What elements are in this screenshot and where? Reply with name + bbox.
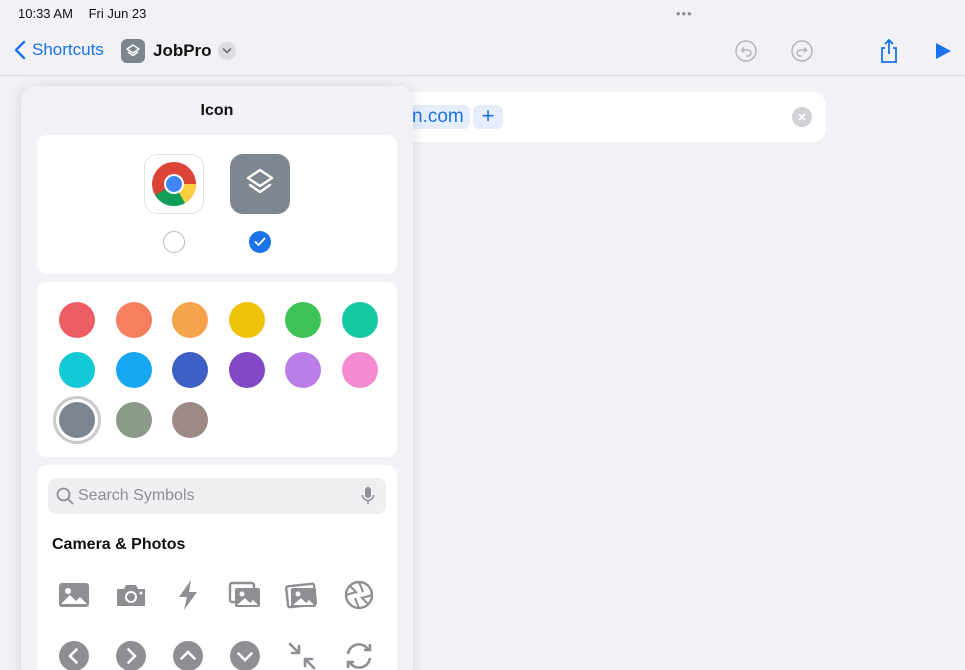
- symbols-section: Camera & Photos: [37, 465, 397, 670]
- checkmark-icon: [254, 237, 266, 246]
- color-swatch[interactable]: [285, 302, 321, 338]
- bolt-icon[interactable]: [170, 577, 206, 613]
- color-swatch[interactable]: [115, 402, 152, 438]
- aperture-icon[interactable]: [341, 577, 377, 613]
- chevron-up-circle-icon[interactable]: [170, 638, 206, 670]
- color-swatch[interactable]: [59, 352, 95, 388]
- title-menu-button[interactable]: [218, 42, 236, 60]
- photo-icon[interactable]: [56, 577, 92, 613]
- redo-button[interactable]: [789, 38, 815, 64]
- back-button[interactable]: Shortcuts: [14, 40, 104, 60]
- arrows-collapse-icon[interactable]: [284, 638, 320, 670]
- photo-stack-icon[interactable]: [227, 577, 263, 613]
- color-swatch[interactable]: [172, 402, 208, 438]
- camera-icon[interactable]: [113, 577, 149, 613]
- shortcut-layers-icon: [246, 168, 274, 194]
- undo-button[interactable]: [733, 38, 759, 64]
- color-swatch[interactable]: [115, 352, 152, 388]
- color-swatch[interactable]: [285, 352, 321, 388]
- redo-icon: [791, 40, 813, 62]
- status-date: Fri Jun 23: [88, 6, 147, 21]
- multitask-dots[interactable]: •••: [676, 6, 693, 21]
- chevron-down-circle-icon[interactable]: [227, 638, 263, 670]
- nav-bar: Shortcuts JobPro: [0, 28, 965, 76]
- search-bar[interactable]: [48, 478, 386, 514]
- search-icon: [56, 487, 74, 505]
- photos-icon[interactable]: [284, 577, 320, 613]
- chevron-left-circle-icon[interactable]: [56, 638, 92, 670]
- add-token-button[interactable]: +: [473, 105, 503, 129]
- status-bar: 10:33 AM Fri Jun 23: [18, 6, 158, 21]
- color-swatch[interactable]: [59, 402, 95, 438]
- category-heading: Camera & Photos: [52, 536, 186, 553]
- color-swatch[interactable]: [228, 302, 265, 338]
- play-icon: [936, 43, 951, 59]
- chevron-right-circle-icon[interactable]: [113, 638, 149, 670]
- color-swatch[interactable]: [172, 352, 208, 388]
- shortcut-icon-chip[interactable]: [121, 39, 145, 63]
- share-icon: [881, 38, 897, 63]
- share-button[interactable]: [876, 38, 902, 64]
- popover-title: Icon: [200, 102, 234, 119]
- radio-shortcut-selected[interactable]: [249, 231, 271, 253]
- url-token[interactable]: n.com: [408, 105, 470, 129]
- arrow-refresh-icon[interactable]: [341, 638, 377, 670]
- color-section: [37, 282, 397, 457]
- color-swatch[interactable]: [115, 302, 152, 338]
- radio-chrome[interactable]: [163, 231, 185, 253]
- color-swatch[interactable]: [341, 352, 378, 388]
- color-swatch[interactable]: [59, 302, 95, 338]
- undo-icon: [735, 40, 757, 62]
- run-button[interactable]: [930, 38, 956, 64]
- layers-icon: [126, 44, 140, 57]
- color-swatch[interactable]: [228, 352, 265, 388]
- clear-button[interactable]: [792, 107, 812, 127]
- close-icon: [798, 113, 806, 121]
- color-swatch[interactable]: [341, 302, 378, 338]
- chrome-icon: [152, 162, 196, 207]
- action-card: n.com +: [400, 92, 826, 142]
- chevron-down-icon: [222, 48, 232, 54]
- status-time: 10:33 AM: [18, 6, 73, 21]
- microphone-icon: [361, 487, 375, 504]
- search-input[interactable]: [78, 478, 348, 514]
- icon-option-shortcut[interactable]: [230, 154, 290, 214]
- icon-type-section: [37, 135, 397, 274]
- back-label: Shortcuts: [32, 40, 104, 59]
- shortcut-title[interactable]: JobPro: [153, 41, 212, 61]
- icon-option-chrome[interactable]: [144, 154, 204, 214]
- icon-popover: Icon Search Symbols Camera & Photos: [21, 86, 413, 670]
- color-swatch[interactable]: [172, 302, 208, 338]
- chevron-left-icon: [14, 40, 26, 60]
